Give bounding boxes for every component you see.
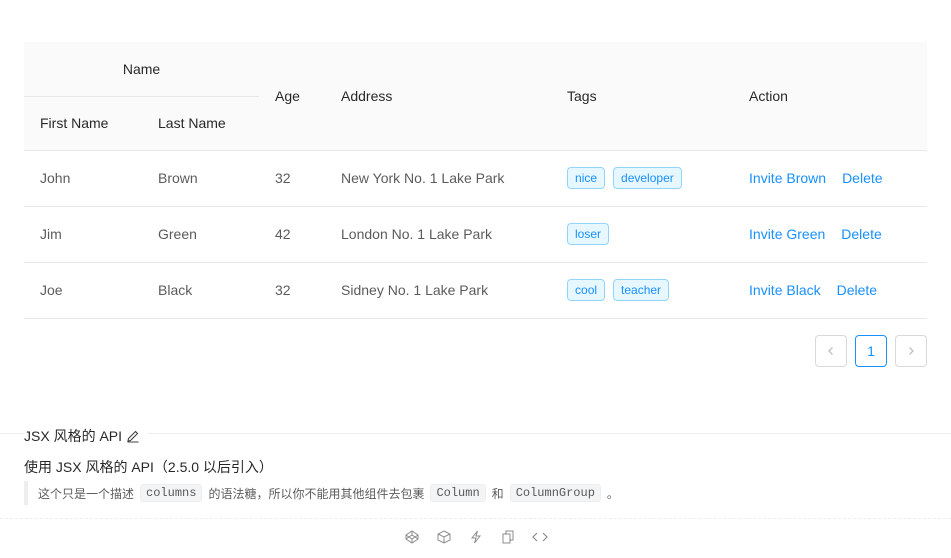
invite-link[interactable]: Invite Green	[749, 226, 825, 242]
cell-first-name: Jim	[24, 206, 142, 263]
cell-action: Invite Green Delete	[733, 206, 928, 263]
demo-title-text: JSX 风格的 API	[24, 428, 123, 444]
tag: loser	[567, 223, 610, 245]
cell-last-name: Brown	[142, 150, 260, 207]
page-1-button[interactable]: 1	[855, 335, 887, 367]
cell-tags: loser	[551, 206, 734, 263]
cell-age: 32	[259, 262, 326, 319]
code-column-group: ColumnGroup	[509, 484, 601, 502]
thunderbolt-icon[interactable]	[468, 529, 484, 545]
cell-action: Invite Black Delete	[733, 262, 928, 319]
next-page-button[interactable]	[895, 335, 927, 367]
table-row: Jim Green 42 London No. 1 Lake Park lose…	[24, 206, 928, 263]
quote-text: 和	[491, 486, 504, 501]
cell-age: 42	[259, 206, 326, 263]
code-columns: columns	[140, 484, 203, 502]
cell-last-name: Green	[142, 206, 260, 263]
chevron-right-icon	[909, 347, 914, 355]
description-quote: 这个只是一个描述 columns 的语法糖，所以你不能用其他组件去包裹 Colu…	[24, 481, 619, 505]
tag: developer	[613, 167, 682, 189]
actions-divider	[0, 518, 951, 519]
cell-age: 32	[259, 150, 326, 207]
header-last-name: Last Name	[142, 96, 260, 151]
cell-address: New York No. 1 Lake Park	[325, 150, 552, 207]
quote-text: 这个只是一个描述	[38, 486, 135, 501]
prev-page-button[interactable]	[815, 335, 847, 367]
demo-title: JSX 风格的 API	[24, 426, 149, 446]
header-first-name: First Name	[24, 96, 142, 151]
delete-link[interactable]: Delete	[842, 170, 882, 186]
demo-actions	[0, 529, 951, 545]
quote-text: 的语法糖，所以你不能用其他组件去包裹	[208, 486, 425, 501]
users-table: Name Age Address Tags Action First Name …	[24, 42, 928, 319]
header-age: Age	[259, 42, 326, 151]
code-column: Column	[430, 484, 486, 502]
users-table-container: Name Age Address Tags Action First Name …	[24, 42, 928, 319]
code-icon[interactable]	[531, 529, 548, 545]
invite-link[interactable]: Invite Brown	[749, 170, 826, 186]
cell-address: London No. 1 Lake Park	[325, 206, 552, 263]
codesandbox-icon[interactable]	[436, 529, 452, 545]
tag: nice	[567, 167, 606, 189]
cell-address: Sidney No. 1 Lake Park	[325, 262, 552, 319]
header-action: Action	[733, 42, 928, 151]
cell-last-name: Black	[142, 262, 260, 319]
description-title: 使用 JSX 风格的 API（2.5.0 以后引入）	[24, 459, 273, 475]
pagination: 1	[815, 335, 927, 367]
chevron-left-icon	[828, 347, 833, 355]
codepen-icon[interactable]	[404, 529, 420, 545]
header-name-group: Name	[24, 42, 260, 97]
cell-tags: cool teacher	[551, 262, 734, 319]
tag: cool	[567, 279, 606, 301]
copy-icon[interactable]	[500, 529, 516, 545]
delete-link[interactable]: Delete	[841, 226, 881, 242]
tag: teacher	[613, 279, 670, 301]
delete-link[interactable]: Delete	[837, 282, 877, 298]
header-address: Address	[325, 42, 552, 151]
table-row: Joe Black 32 Sidney No. 1 Lake Park cool…	[24, 262, 928, 319]
table-row: John Brown 32 New York No. 1 Lake Park n…	[24, 150, 928, 207]
cell-tags: nice developer	[551, 150, 734, 207]
cell-action: Invite Brown Delete	[733, 150, 928, 207]
invite-link[interactable]: Invite Black	[749, 282, 821, 298]
cell-first-name: John	[24, 150, 142, 207]
cell-first-name: Joe	[24, 262, 142, 319]
quote-text: 。	[606, 486, 619, 501]
header-tags: Tags	[551, 42, 734, 151]
edit-icon[interactable]	[126, 429, 140, 443]
